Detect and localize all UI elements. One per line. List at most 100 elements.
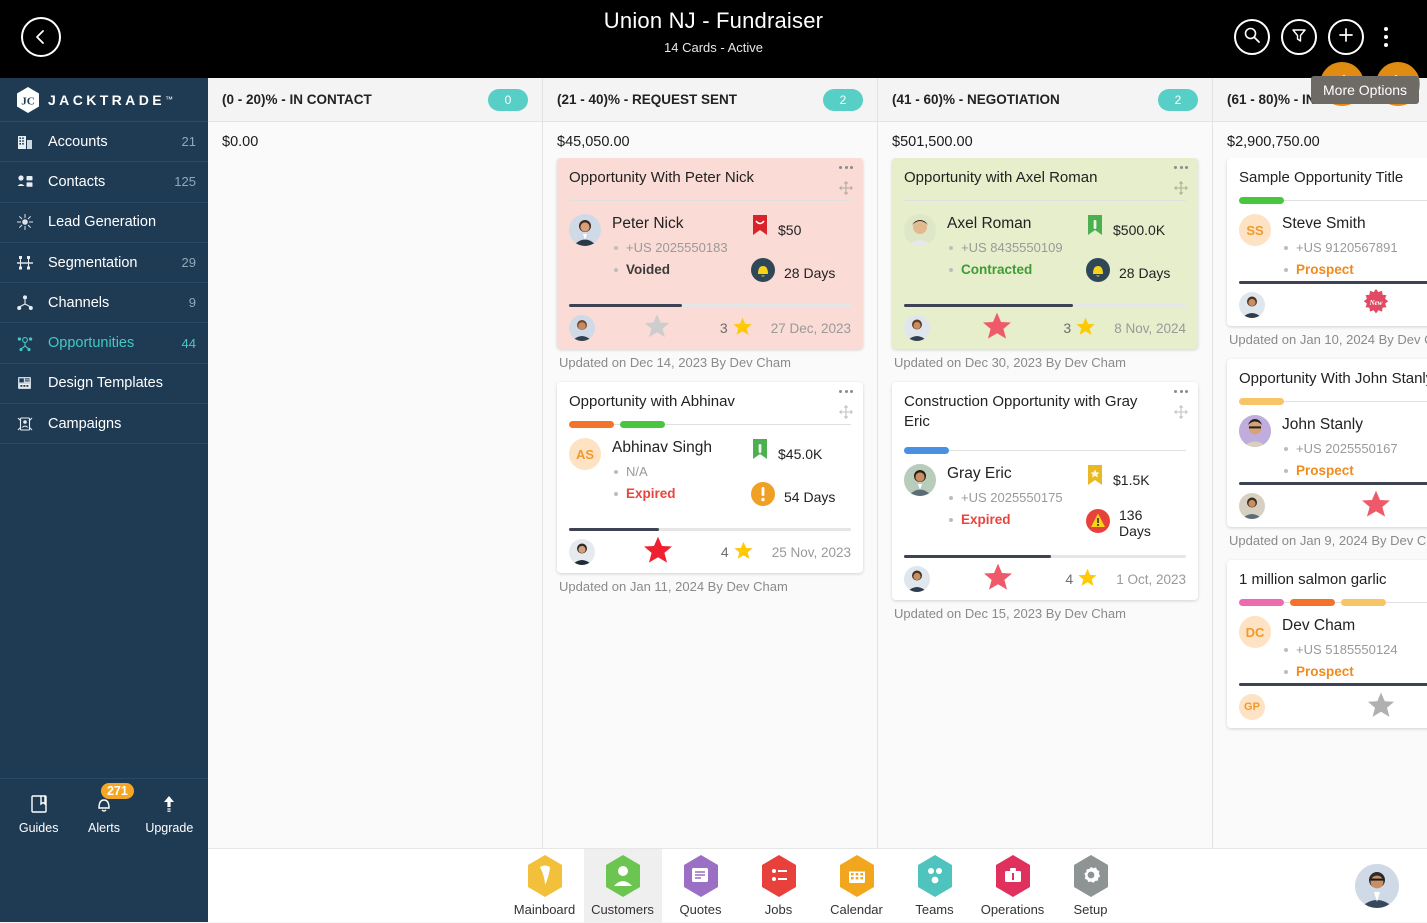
card-footer: 4 1 Oct, 2023 xyxy=(904,558,1186,600)
card-flag[interactable] xyxy=(930,310,1063,347)
column-cards: Opportunity With Peter Nick Peter Nick +… xyxy=(543,158,877,848)
card-metrics: $45.0K 54 Days xyxy=(746,438,851,524)
person-phone: +US 2025550175 xyxy=(947,490,1081,505)
sidebar-item-segmentation[interactable]: Segmentation 29 xyxy=(0,243,208,284)
opportunity-card[interactable]: Opportunity With Peter Nick Peter Nick +… xyxy=(557,158,863,349)
opportunity-card[interactable]: Construction Opportunity with Gray Eric … xyxy=(892,382,1198,600)
card-title: Sample Opportunity Title xyxy=(1239,169,1404,186)
brand-logo[interactable]: JC JACKTRADE ™ xyxy=(0,78,208,122)
bottom-nav-label: Quotes xyxy=(679,902,722,917)
status-badge: Prospect xyxy=(1282,262,1427,277)
column-total: $501,500.00 xyxy=(892,134,973,150)
card-flag[interactable] xyxy=(1265,488,1427,525)
card-date: 27 Dec, 2023 xyxy=(770,320,851,336)
sidebar-item-design-templates[interactable]: Design Templates xyxy=(0,364,208,405)
user-avatar[interactable] xyxy=(1355,864,1399,908)
bottom-nav-jobs[interactable]: Jobs xyxy=(740,849,818,923)
star-red-icon xyxy=(642,534,674,571)
opportunity-card[interactable]: Sample Opportunity Title SS Steve Smith … xyxy=(1227,158,1427,326)
list-item[interactable]: Opportunity With Peter Nick Peter Nick +… xyxy=(557,158,863,370)
bottom-nav-teams[interactable]: Teams xyxy=(896,849,974,923)
card-segment-bar xyxy=(904,197,1186,204)
card-menu-button[interactable] xyxy=(839,390,853,393)
person-name: Abhinav Singh xyxy=(612,439,712,456)
search-button[interactable] xyxy=(1234,19,1270,55)
star-salmon-icon xyxy=(982,561,1014,598)
sidebar-item-channels[interactable]: Channels 9 xyxy=(0,283,208,324)
green-ribbon-icon xyxy=(1085,214,1105,245)
opportunity-card[interactable]: Opportunity with Axel Roman Axel Roman +… xyxy=(892,158,1198,349)
customers-hex-icon xyxy=(603,854,643,898)
list-item[interactable]: Opportunity with Axel Roman Axel Roman +… xyxy=(892,158,1198,370)
sidebar-item-label: Contacts xyxy=(48,173,106,190)
bottom-nav-setup[interactable]: Setup xyxy=(1052,849,1130,923)
segment xyxy=(1239,197,1284,204)
list-item[interactable]: 1 million salmon garlic DC Dev Cham +US … xyxy=(1227,560,1427,734)
card-flag[interactable]: New xyxy=(1265,288,1427,323)
arrow-up-icon xyxy=(158,793,180,818)
drag-handle-icon[interactable] xyxy=(1173,404,1189,425)
sidebar-item-accounts[interactable]: Accounts 21 xyxy=(0,122,208,163)
card-progress-bar xyxy=(569,304,851,307)
bottom-nav-mainboard[interactable]: Mainboard xyxy=(506,849,584,923)
list-item[interactable]: Opportunity With John Stanly John Stanly… xyxy=(1227,359,1427,548)
card-person-row: Gray Eric +US 2025550175 Expired $1.5K 1… xyxy=(904,456,1186,551)
card-title: Opportunity With Peter Nick xyxy=(569,169,755,186)
column-count-pill: 0 xyxy=(488,88,528,111)
card-metrics: $50 28 Days xyxy=(746,214,851,300)
upgrade-button[interactable]: Upgrade xyxy=(140,793,198,835)
card-title: 1 million salmon garlic xyxy=(1239,571,1387,588)
opportunity-card[interactable]: 1 million salmon garlic DC Dev Cham +US … xyxy=(1227,560,1427,728)
sidebar-item-campaigns[interactable]: Campaigns xyxy=(0,404,208,445)
card-menu-button[interactable] xyxy=(1174,390,1188,393)
filter-button[interactable] xyxy=(1281,19,1317,55)
more-options-button[interactable] xyxy=(1375,19,1397,55)
card-segment-bar xyxy=(904,447,1186,454)
card-person-info: Dev Cham +US 5185550124 Prospect xyxy=(1282,616,1427,679)
card-person-row: John Stanly +US 2025550167 Prospect xyxy=(1239,407,1427,478)
card-menu-button[interactable] xyxy=(1174,166,1188,169)
days-metric: 28 Days xyxy=(1085,257,1186,288)
days-value: 28 Days xyxy=(784,264,836,281)
days-metric: 54 Days xyxy=(750,481,851,512)
sidebar-nav: Accounts 21 Contacts 125 Lead Generation… xyxy=(0,122,208,778)
bottom-nav-quotes[interactable]: Quotes xyxy=(662,849,740,923)
card-flag[interactable] xyxy=(1276,690,1427,725)
card-flag[interactable] xyxy=(595,312,720,345)
person-phone: N/A xyxy=(612,464,746,479)
sidebar-item-contacts[interactable]: Contacts 125 xyxy=(0,162,208,203)
sidebar-item-opportunities[interactable]: Opportunities 44 xyxy=(0,323,208,364)
list-item[interactable]: Opportunity with Abhinav AS Abhinav Sing… xyxy=(557,382,863,594)
calendar-hex-icon xyxy=(837,854,877,898)
status-badge: Prospect xyxy=(1282,463,1427,478)
sidebar-item-lead-generation[interactable]: Lead Generation xyxy=(0,203,208,243)
column-cards: Opportunity with Axel Roman Axel Roman +… xyxy=(878,158,1212,848)
bottom-nav-operations[interactable]: Operations xyxy=(974,849,1052,923)
card-menu-button[interactable] xyxy=(839,166,853,169)
opportunity-card[interactable]: Opportunity With John Stanly John Stanly… xyxy=(1227,359,1427,527)
sidebar-bottom-filler xyxy=(0,848,208,922)
card-flag[interactable] xyxy=(595,534,721,571)
status-badge: Expired xyxy=(947,512,1081,527)
page-title: Union NJ - Fundraiser xyxy=(603,8,824,33)
guides-button[interactable]: Guides xyxy=(10,793,68,835)
card-updated-text: Updated on Dec 15, 2023 By Dev Cham xyxy=(894,606,1126,621)
person-phone: +US 2025550183 xyxy=(612,240,746,255)
add-button[interactable] xyxy=(1328,19,1364,55)
bottom-nav-calendar[interactable]: Calendar xyxy=(818,849,896,923)
building-icon xyxy=(14,132,36,152)
list-item[interactable]: Construction Opportunity with Gray Eric … xyxy=(892,382,1198,621)
opportunity-card[interactable]: Opportunity with Abhinav AS Abhinav Sing… xyxy=(557,382,863,573)
bottom-nav-customers[interactable]: Customers xyxy=(583,848,662,923)
card-flag[interactable] xyxy=(930,561,1065,598)
card-person-info: Steve Smith +US 9120567891 Prospect xyxy=(1282,214,1427,277)
card-progress-bar xyxy=(1239,482,1427,485)
segment xyxy=(569,421,614,428)
owner-avatar xyxy=(1239,292,1265,318)
days-metric: 28 Days xyxy=(750,257,851,288)
owner-avatar: GP xyxy=(1239,694,1265,720)
card-title: Opportunity with Abhinav xyxy=(569,393,735,410)
alerts-button[interactable]: 271 Alerts xyxy=(75,782,134,835)
list-item[interactable]: Sample Opportunity Title SS Steve Smith … xyxy=(1227,158,1427,347)
amount-value: $500.0K xyxy=(1113,221,1166,238)
